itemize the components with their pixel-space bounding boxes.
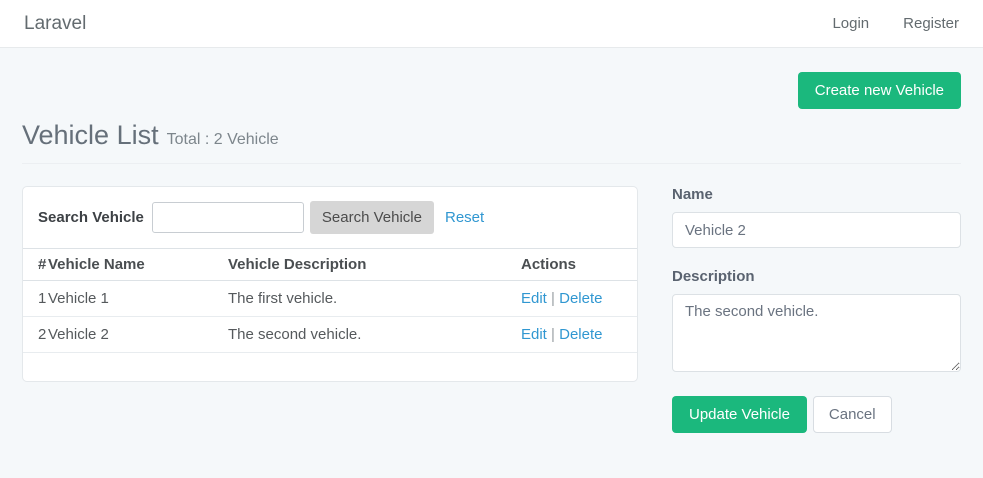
page-heading: Vehicle List Total : 2 Vehicle (22, 120, 961, 151)
cell-name: Vehicle 1 (48, 281, 228, 317)
login-link[interactable]: Login (832, 15, 869, 32)
delete-link[interactable]: Delete (559, 290, 602, 307)
header-description: Vehicle Description (228, 249, 521, 281)
cell-id: 2 (23, 317, 48, 353)
link-separator: | (551, 290, 555, 307)
name-field-group: Name (672, 186, 961, 248)
description-label: Description (672, 268, 961, 285)
description-field-group: Description The second vehicle. (672, 268, 961, 376)
top-actions: Create new Vehicle (22, 72, 961, 109)
cell-actions: Edit | Delete (521, 281, 637, 317)
edit-link[interactable]: Edit (521, 290, 547, 307)
update-vehicle-button[interactable]: Update Vehicle (672, 396, 807, 433)
table-row: 2 Vehicle 2 The second vehicle. Edit | D… (23, 317, 637, 353)
description-textarea[interactable]: The second vehicle. (672, 294, 961, 372)
header-actions: Actions (521, 249, 637, 281)
search-button[interactable]: Search Vehicle (310, 201, 434, 234)
vehicle-edit-form: Name Description The second vehicle. Upd… (672, 186, 961, 433)
search-form: Search Vehicle Search Vehicle Reset (23, 187, 637, 248)
table-row: 1 Vehicle 1 The first vehicle. Edit | De… (23, 281, 637, 317)
delete-link[interactable]: Delete (559, 326, 602, 343)
nav-links: Login Register (832, 15, 959, 32)
navbar: Laravel Login Register (0, 0, 983, 48)
page-subtitle: Total : 2 Vehicle (167, 131, 279, 149)
edit-link[interactable]: Edit (521, 326, 547, 343)
reset-link[interactable]: Reset (445, 209, 484, 226)
create-vehicle-button[interactable]: Create new Vehicle (798, 72, 961, 109)
cell-description: The first vehicle. (228, 281, 521, 317)
table-header-row: # Vehicle Name Vehicle Description Actio… (23, 249, 637, 281)
heading-divider (22, 163, 961, 164)
register-link[interactable]: Register (903, 15, 959, 32)
cell-name: Vehicle 2 (48, 317, 228, 353)
form-buttons: Update Vehicle Cancel (672, 396, 961, 433)
brand-link[interactable]: Laravel (24, 13, 86, 35)
content-columns: Search Vehicle Search Vehicle Reset # Ve… (22, 186, 961, 433)
search-input[interactable] (152, 202, 304, 233)
main-container: Create new Vehicle Vehicle List Total : … (0, 72, 983, 433)
vehicle-table: # Vehicle Name Vehicle Description Actio… (23, 248, 637, 353)
cell-actions: Edit | Delete (521, 317, 637, 353)
name-label: Name (672, 186, 961, 203)
header-name: Vehicle Name (48, 249, 228, 281)
name-input[interactable] (672, 212, 961, 248)
header-id: # (23, 249, 48, 281)
page-title: Vehicle List (22, 120, 159, 151)
vehicle-list-card: Search Vehicle Search Vehicle Reset # Ve… (22, 186, 638, 382)
search-label: Search Vehicle (38, 209, 144, 226)
cell-description: The second vehicle. (228, 317, 521, 353)
cell-id: 1 (23, 281, 48, 317)
cancel-button[interactable]: Cancel (813, 396, 892, 433)
link-separator: | (551, 326, 555, 343)
